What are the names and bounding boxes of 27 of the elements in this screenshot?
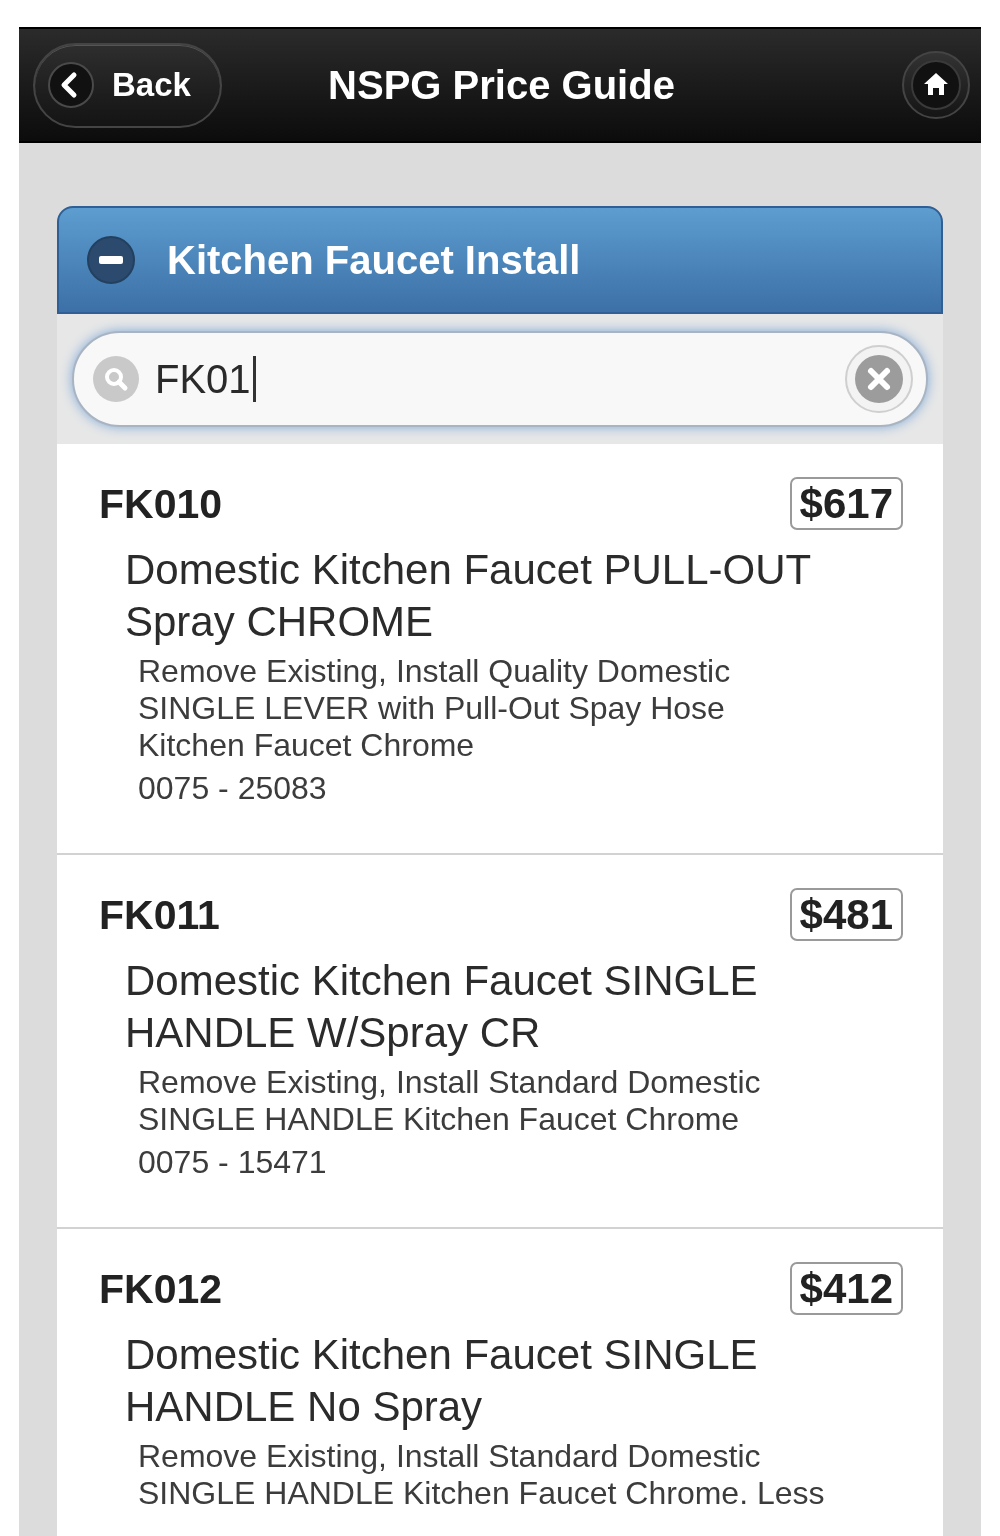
- price-tag: $412: [789, 1262, 903, 1315]
- item-description: Remove Existing, Install Standard Domestic SINGLE HANDLE Kitchen Faucet Chrome: [138, 1064, 762, 1138]
- part-number: 0075 - 25083: [138, 770, 327, 807]
- item-code: FK011: [99, 891, 220, 938]
- home-icon: [911, 60, 961, 110]
- search-field[interactable]: FK01: [72, 331, 928, 427]
- section-header[interactable]: Kitchen Faucet Install: [57, 206, 943, 314]
- chevron-left-icon: [48, 62, 94, 108]
- search-icon: [93, 356, 139, 402]
- item-code: FK010: [99, 480, 223, 527]
- item-code: FK012: [99, 1265, 223, 1312]
- text-cursor-icon: [252, 356, 256, 402]
- part-number: 0075 - 15471: [138, 1144, 327, 1181]
- item-description: Remove Existing, Install Quality Domestic SINGLE LEVER with Pull-Out Spay Hose Kitchen Faucet Chrome: [138, 653, 732, 764]
- close-icon: [854, 354, 904, 404]
- item-description: Remove Existing, Install Standard Domestic SINGLE HANDLE Kitchen Faucet Chrome. Less: [138, 1438, 826, 1512]
- list-item[interactable]: FK012 $412 Domestic Kitchen Faucet SINGLE HANDLE No Spray Remove Existing, Install Standard Domestic SINGLE HANDLE Kitchen Faucet Chrome. Less: [57, 1227, 943, 1536]
- list-item[interactable]: FK010 $617 Domestic Kitchen Faucet PULL-OUT Spray CHROME Remove Existing, Install Quality Domestic SINGLE LEVER with Pull-Out Spay Hose Kitchen Faucet Chrome 0075 - 25083: [57, 444, 943, 853]
- price-tag: $481: [789, 888, 903, 941]
- item-title: Domestic Kitchen Faucet PULL-OUT Spray CHROME: [125, 545, 812, 647]
- list-item[interactable]: FK011 $481 Domestic Kitchen Faucet SINGLE HANDLE W/Spray CR Remove Existing, Install Standard Domestic SINGLE HANDLE Kitchen Faucet Chrome 0075 - 15471: [57, 853, 943, 1227]
- price-tag: $617: [789, 477, 903, 530]
- page-title: NSPG Price Guide: [328, 62, 675, 109]
- item-title: Domestic Kitchen Faucet SINGLE HANDLE No Spray: [125, 1330, 759, 1432]
- clear-button[interactable]: [845, 345, 913, 413]
- back-button[interactable]: Back: [33, 42, 222, 128]
- item-title: Domestic Kitchen Faucet SINGLE HANDLE W/Spray CR: [125, 956, 759, 1058]
